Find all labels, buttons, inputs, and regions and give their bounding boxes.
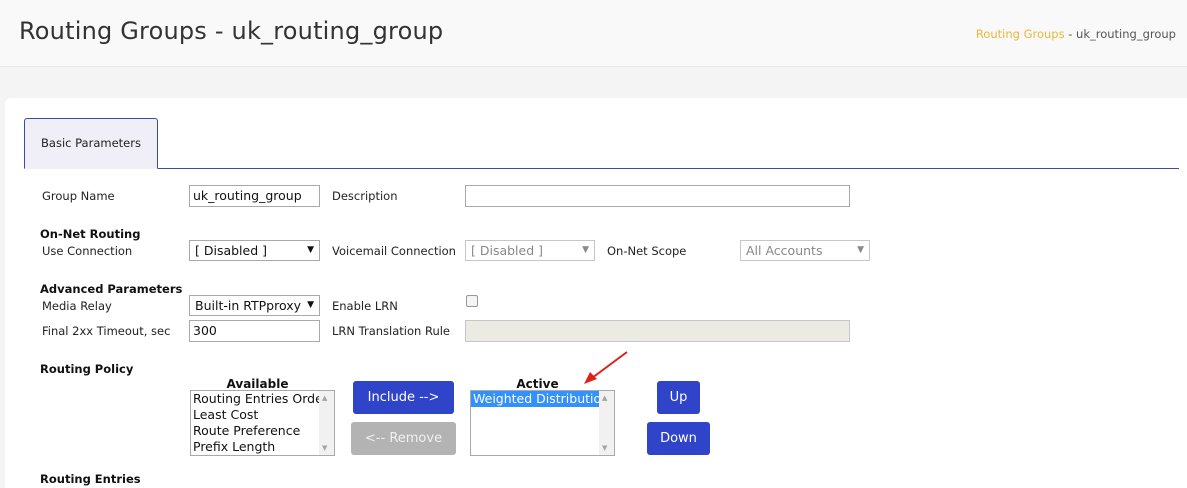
voicemail-connection-value: [ Disabled ]	[471, 243, 544, 258]
breadcrumb: Routing Groups - uk_routing_group	[976, 27, 1176, 41]
breadcrumb-current: uk_routing_group	[1076, 27, 1176, 41]
scroll-down-icon: ▼	[602, 444, 608, 452]
include-button[interactable]: Include -->	[353, 381, 454, 414]
breadcrumb-link-routing-groups[interactable]: Routing Groups	[976, 27, 1065, 41]
scroll-up-icon: ▲	[602, 394, 608, 402]
voicemail-connection-label: Voicemail Connection	[332, 244, 456, 258]
tab-bar: Basic Parameters	[24, 118, 1179, 169]
remove-button[interactable]: <-- Remove	[351, 422, 456, 455]
group-name-label: Group Name	[42, 189, 115, 203]
breadcrumb-separator: -	[1064, 27, 1077, 41]
final-timeout-input[interactable]: 300	[189, 320, 320, 342]
page-title: Routing Groups - uk_routing_group	[19, 17, 444, 45]
enable-lrn-checkbox[interactable]	[466, 295, 478, 307]
media-relay-value: Built-in RTPproxy	[195, 298, 302, 313]
available-option[interactable]: Routing Entries Order	[191, 391, 334, 407]
active-policies-listbox[interactable]: Weighted Distribution ▲ ▼	[470, 390, 615, 456]
use-connection-value: [ Disabled ]	[195, 243, 268, 258]
description-label: Description	[332, 189, 398, 203]
up-button[interactable]: Up	[657, 381, 700, 414]
final-timeout-label: Final 2xx Timeout, sec	[42, 324, 171, 338]
group-name-input[interactable]: uk_routing_group	[189, 185, 320, 207]
available-option[interactable]: Prefix Length	[191, 439, 334, 455]
dropdown-arrow-icon: ▼	[307, 300, 314, 310]
annotation-arrow-icon	[584, 351, 628, 384]
available-option[interactable]: Least Cost	[191, 407, 334, 423]
down-button[interactable]: Down	[647, 422, 710, 455]
advanced-parameters-heading: Advanced Parameters	[40, 282, 183, 296]
onnet-scope-value: All Accounts	[746, 243, 823, 258]
dropdown-arrow-icon: ▼	[307, 245, 314, 255]
onnet-scope-select[interactable]: All Accounts ▼	[740, 240, 870, 261]
dropdown-arrow-icon: ▼	[582, 245, 589, 255]
available-policies-listbox[interactable]: Routing Entries Order Least Cost Route P…	[190, 390, 335, 456]
description-input[interactable]	[465, 185, 850, 207]
active-option[interactable]: Weighted Distribution	[471, 391, 614, 407]
lrn-translation-rule-label: LRN Translation Rule	[332, 324, 451, 338]
use-connection-select[interactable]: [ Disabled ] ▼	[189, 240, 320, 261]
scroll-up-icon: ▲	[322, 394, 328, 402]
lrn-translation-rule-input[interactable]	[465, 320, 850, 342]
media-relay-select[interactable]: Built-in RTPproxy ▼	[189, 295, 320, 316]
onnet-scope-label: On-Net Scope	[607, 244, 687, 258]
listbox-scrollbar[interactable]: ▲ ▼	[599, 391, 614, 455]
available-header: Available	[226, 377, 289, 391]
dropdown-arrow-icon: ▼	[857, 245, 864, 255]
listbox-scrollbar[interactable]: ▲ ▼	[319, 391, 334, 455]
voicemail-connection-select[interactable]: [ Disabled ] ▼	[465, 240, 595, 261]
routing-policy-heading: Routing Policy	[40, 362, 134, 376]
use-connection-label: Use Connection	[42, 244, 133, 258]
routing-entries-heading: Routing Entries	[40, 472, 141, 486]
available-option[interactable]: Route Preference	[191, 423, 334, 439]
tab-basic-parameters[interactable]: Basic Parameters	[24, 118, 158, 169]
enable-lrn-label: Enable LRN	[332, 299, 398, 313]
onnet-routing-heading: On-Net Routing	[40, 227, 141, 241]
media-relay-label: Media Relay	[42, 299, 112, 313]
page-header: Routing Groups - uk_routing_group Routin…	[0, 0, 1187, 67]
scroll-down-icon: ▼	[322, 444, 328, 452]
